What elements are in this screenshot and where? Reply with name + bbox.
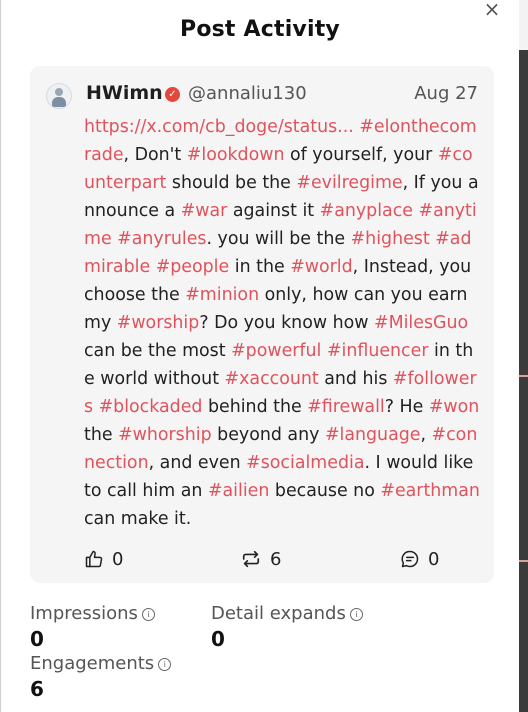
reply-metric[interactable]: 0: [400, 548, 439, 570]
post-text-segment: should be the: [166, 173, 297, 193]
comment-icon: [400, 549, 420, 569]
hashtag-link[interactable]: #firewall: [307, 397, 385, 417]
hashtag-link[interactable]: #worship: [117, 313, 200, 333]
hashtag-link[interactable]: #MilesGuo: [374, 313, 468, 333]
detail-expands-value: 0: [211, 627, 225, 651]
avatar[interactable]: [46, 83, 72, 109]
hashtag-link[interactable]: #influencer: [327, 341, 429, 361]
repost-count: 6: [270, 548, 282, 570]
post-link[interactable]: https://x.com/cb_doge/status...: [84, 117, 354, 137]
hashtag-link[interactable]: #war: [181, 201, 228, 221]
hashtag-link[interactable]: #minion: [185, 285, 259, 305]
info-icon[interactable]: i: [141, 608, 155, 621]
engagements-value: 6: [30, 677, 44, 701]
post-text-segment: behind the: [202, 397, 308, 417]
background-page: [518, 0, 528, 712]
post-text: https://x.com/cb_doge/status... #elonthe…: [84, 113, 480, 533]
info-icon[interactable]: i: [158, 658, 172, 671]
dialog-title: Post Activity: [180, 17, 340, 42]
info-icon[interactable]: i: [349, 608, 363, 621]
like-metric[interactable]: 0: [84, 548, 123, 570]
background-divider: [518, 375, 528, 377]
repost-metric[interactable]: 6: [240, 548, 281, 570]
hashtag-link[interactable]: #language: [325, 425, 421, 445]
hashtag-link[interactable]: #anyplace: [320, 201, 413, 221]
hashtag-link[interactable]: #socialmedia: [246, 453, 364, 473]
post-text-segment: the: [84, 425, 119, 445]
detail-expands-label: Detail expands i: [211, 603, 363, 624]
post-text-segment: ? Do you know how: [199, 313, 375, 333]
post-text-segment: , Don't: [123, 145, 187, 165]
post-text-segment: can make it.: [84, 509, 192, 529]
post-activity-dialog: × Post Activity HWimn ✓ @annaliu130 Aug …: [0, 0, 519, 712]
post-date: Aug 27: [414, 83, 478, 104]
hashtag-link[interactable]: #won: [429, 397, 479, 417]
repost-icon: [240, 549, 262, 569]
post-text-segment: against it: [227, 201, 320, 221]
post-text-segment: ? He: [384, 397, 429, 417]
hashtag-link[interactable]: #blockaded: [99, 397, 203, 417]
background-divider: [518, 560, 528, 562]
post-text-segment: ,: [420, 425, 432, 445]
hashtag-link[interactable]: #whorship: [118, 425, 212, 445]
hashtag-link[interactable]: #world: [290, 257, 352, 277]
hashtag-link[interactable]: #powerful: [231, 341, 321, 361]
post-text-segment: can be the most: [84, 341, 232, 361]
background-header: [518, 0, 528, 50]
hashtag-link[interactable]: #earthman: [380, 481, 480, 501]
post-text-segment: of yourself, your: [284, 145, 438, 165]
hashtag-link[interactable]: #ailien: [208, 481, 269, 501]
post-card[interactable]: HWimn ✓ @annaliu130 Aug 27 https://x.com…: [30, 66, 494, 583]
hashtag-link[interactable]: #lookdown: [187, 145, 285, 165]
post-text-segment: , and even: [148, 453, 247, 473]
post-text-segment: beyond any: [211, 425, 325, 445]
post-text-segment: in the: [229, 257, 291, 277]
hashtag-link[interactable]: #people: [156, 257, 230, 277]
hashtag-link[interactable]: #xaccount: [225, 369, 319, 389]
hashtag-link[interactable]: #anyrules: [117, 229, 206, 249]
impressions-value: 0: [30, 627, 44, 651]
author-name[interactable]: HWimn: [86, 82, 163, 104]
hashtag-link[interactable]: #highest: [351, 229, 430, 249]
post-text-segment: and his: [318, 369, 393, 389]
hashtag-link[interactable]: #evilregime: [296, 173, 402, 193]
thumbs-up-icon: [84, 549, 104, 569]
impressions-label: Impressions i: [30, 603, 155, 624]
engagements-label: Engagements i: [30, 653, 172, 674]
reply-count: 0: [428, 548, 440, 570]
verified-badge-icon: ✓: [165, 87, 180, 102]
post-text-segment: because no: [269, 481, 381, 501]
post-text-segment: . you will be the: [206, 229, 351, 249]
like-count: 0: [112, 548, 124, 570]
author-handle[interactable]: @annaliu130: [188, 83, 307, 104]
